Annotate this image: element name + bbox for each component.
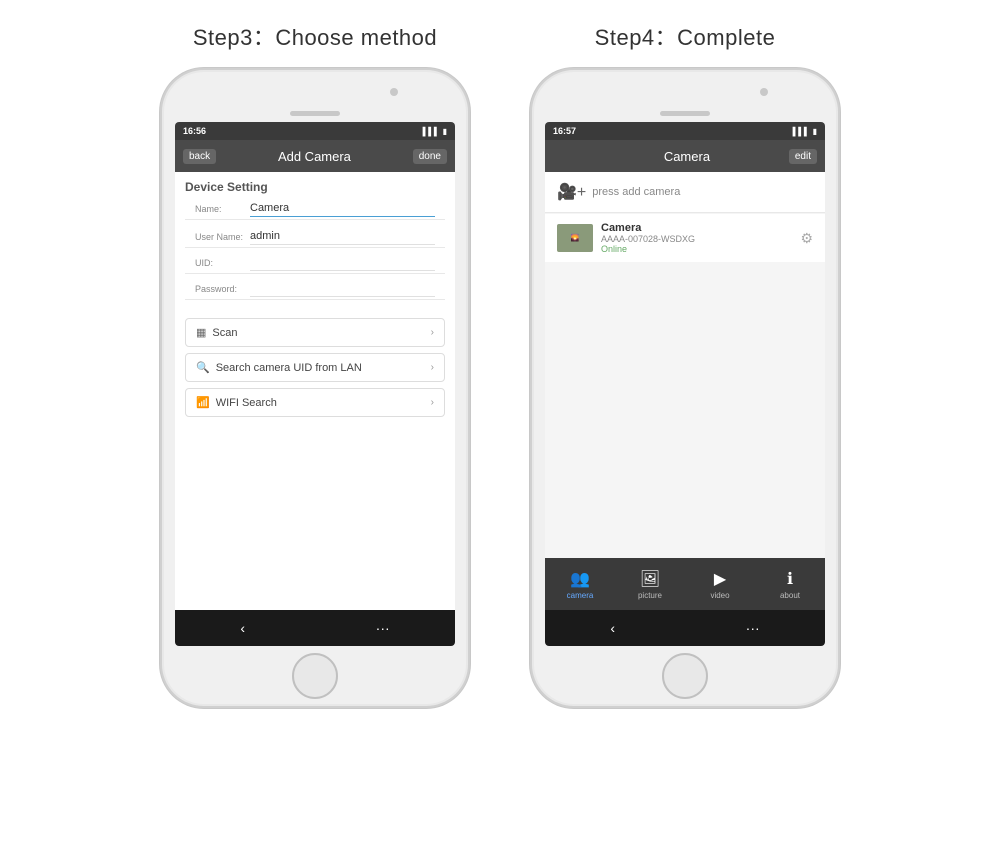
wifi-search-button-left: 📶 WIFI Search bbox=[196, 396, 277, 409]
phone4-header-title: Camera bbox=[585, 149, 789, 164]
add-camera-text: press add camera bbox=[592, 186, 680, 198]
name-value[interactable]: Camera bbox=[250, 202, 435, 217]
phone3-screen: 16:56 ▌▌▌ ▮ back Add Camera done bbox=[175, 122, 455, 646]
camera-tab-label: camera bbox=[567, 591, 594, 600]
password-label: Password: bbox=[195, 284, 250, 297]
camera-thumb-icon: 🌄 bbox=[571, 234, 580, 242]
camera-item[interactable]: 🌄 Camera AAAA-007028-WSDXG Online ⚙ bbox=[545, 214, 825, 262]
video-tab-label: video bbox=[710, 591, 729, 600]
picture-tab-label: picture bbox=[638, 591, 662, 600]
phone3-time: 16:56 bbox=[183, 126, 206, 136]
search-lan-button[interactable]: 🔍 Search camera UID from LAN › bbox=[185, 353, 445, 382]
tab-video[interactable]: ▶ video bbox=[685, 569, 755, 600]
wifi-icon: 📶 bbox=[196, 396, 210, 409]
camera-thumbnail: 🌄 bbox=[557, 224, 593, 252]
back-button[interactable]: back bbox=[183, 149, 216, 164]
method-buttons: ▦ Scan › 🔍 Search camera UID from LAN bbox=[175, 308, 455, 417]
search-lan-label: Search camera UID from LAN bbox=[216, 362, 362, 374]
camera-uid: AAAA-007028-WSDXG bbox=[601, 234, 792, 244]
phone3-status-icons: ▌▌▌ ▮ bbox=[423, 127, 447, 136]
picture-tab-icon: 🖼 bbox=[640, 569, 660, 589]
scan-label: Scan bbox=[212, 327, 237, 339]
phone3-camera-dot bbox=[390, 88, 398, 96]
about-tab-icon: ℹ bbox=[787, 569, 793, 589]
done-button[interactable]: done bbox=[413, 149, 447, 164]
scan-button-left: ▦ Scan bbox=[196, 326, 237, 339]
uid-label: UID: bbox=[195, 258, 250, 271]
name-row: Name: Camera bbox=[185, 198, 445, 220]
phone4-speaker bbox=[660, 111, 710, 116]
add-camera-icon: 🎥+ bbox=[557, 182, 586, 202]
phone4-menu-icon[interactable]: ··· bbox=[746, 620, 760, 636]
phone3-status-bar: 16:56 ▌▌▌ ▮ bbox=[175, 122, 455, 140]
phone4-bottom-bar: ‹ ··· bbox=[545, 610, 825, 646]
phone4-camera-dot bbox=[760, 88, 768, 96]
phone3-top-bar bbox=[162, 70, 468, 122]
camera-tab-icon: 👥 bbox=[570, 569, 590, 589]
edit-button[interactable]: edit bbox=[789, 149, 817, 164]
wifi-search-label: WIFI Search bbox=[216, 397, 277, 409]
camera-status: Online bbox=[601, 244, 792, 254]
search-lan-chevron: › bbox=[431, 362, 434, 373]
phone4-frame: 16:57 ▌▌▌ ▮ Camera edit bbox=[530, 68, 840, 708]
scan-icon: ▦ bbox=[196, 326, 206, 339]
password-value[interactable] bbox=[250, 294, 435, 297]
device-setting-title: Device Setting bbox=[175, 172, 455, 198]
phone4-back-icon[interactable]: ‹ bbox=[610, 620, 615, 636]
video-tab-icon: ▶ bbox=[714, 569, 726, 589]
phone4-app-header: Camera edit bbox=[545, 140, 825, 172]
steps-row: Step3：Choose method 16:56 ▌▌▌ ▮ bbox=[0, 20, 1000, 708]
scan-button[interactable]: ▦ Scan › bbox=[185, 318, 445, 347]
phone4-screen: 16:57 ▌▌▌ ▮ Camera edit bbox=[545, 122, 825, 646]
step3-title: Step3：Choose method bbox=[193, 20, 437, 52]
wifi-search-chevron: › bbox=[431, 397, 434, 408]
phone3-speaker bbox=[290, 111, 340, 116]
phone3-header-title: Add Camera bbox=[216, 149, 413, 164]
scan-chevron: › bbox=[431, 327, 434, 338]
step3-container: Step3：Choose method 16:56 ▌▌▌ ▮ bbox=[160, 20, 470, 708]
phone4-status-bar: 16:57 ▌▌▌ ▮ bbox=[545, 122, 825, 140]
about-tab-label: about bbox=[780, 591, 800, 600]
phone4-status-icons: ▌▌▌ ▮ bbox=[793, 127, 817, 136]
phone4-bottom-bar-area bbox=[532, 646, 838, 706]
settings-icon[interactable]: ⚙ bbox=[800, 230, 813, 247]
step4-container: Step4：Complete 16:57 ▌▌▌ ▮ bbox=[530, 20, 840, 708]
page-container: Step3：Choose method 16:56 ▌▌▌ ▮ bbox=[0, 20, 1000, 708]
phone3-frame: 16:56 ▌▌▌ ▮ back Add Camera done bbox=[160, 68, 470, 708]
tab-about[interactable]: ℹ about bbox=[755, 569, 825, 600]
name-label: Name: bbox=[195, 204, 250, 217]
phone3-back-icon[interactable]: ‹ bbox=[240, 620, 245, 636]
phone3-app-header: back Add Camera done bbox=[175, 140, 455, 172]
phone3-bottom-bar-area bbox=[162, 646, 468, 706]
phone4-signal: ▌▌▌ bbox=[793, 127, 810, 136]
phone4-battery: ▮ bbox=[813, 127, 817, 136]
username-value[interactable]: admin bbox=[250, 230, 435, 245]
phone3-menu-icon[interactable]: ··· bbox=[376, 620, 390, 636]
phone3-battery: ▮ bbox=[443, 127, 447, 136]
uid-value[interactable] bbox=[250, 268, 435, 271]
username-row: User Name: admin bbox=[185, 226, 445, 248]
search-icon: 🔍 bbox=[196, 361, 210, 374]
phone4-home-button[interactable] bbox=[662, 653, 708, 699]
uid-row: UID: bbox=[185, 254, 445, 274]
phone3-bottom-bar: ‹ ··· bbox=[175, 610, 455, 646]
phone4-top-bar bbox=[532, 70, 838, 122]
tab-camera[interactable]: 👥 camera bbox=[545, 569, 615, 600]
camera-info: Camera AAAA-007028-WSDXG Online bbox=[601, 222, 792, 254]
phone4-time: 16:57 bbox=[553, 126, 576, 136]
phone3-screen-content: Device Setting Name: Camera User Name: a… bbox=[175, 172, 455, 610]
camera-name: Camera bbox=[601, 222, 792, 234]
password-row: Password: bbox=[185, 280, 445, 300]
phone4-tab-bar: 👥 camera 🖼 picture ▶ video ℹ bbox=[545, 558, 825, 610]
phone3-signal: ▌▌▌ bbox=[423, 127, 440, 136]
step4-title: Step4：Complete bbox=[595, 20, 776, 52]
add-camera-row[interactable]: 🎥+ press add camera bbox=[545, 172, 825, 213]
wifi-search-button[interactable]: 📶 WIFI Search › bbox=[185, 388, 445, 417]
phone3-home-button[interactable] bbox=[292, 653, 338, 699]
tab-picture[interactable]: 🖼 picture bbox=[615, 569, 685, 600]
search-lan-button-left: 🔍 Search camera UID from LAN bbox=[196, 361, 362, 374]
camera-list: 🎥+ press add camera 🌄 Camera AAAA-007028… bbox=[545, 172, 825, 558]
username-label: User Name: bbox=[195, 232, 250, 245]
